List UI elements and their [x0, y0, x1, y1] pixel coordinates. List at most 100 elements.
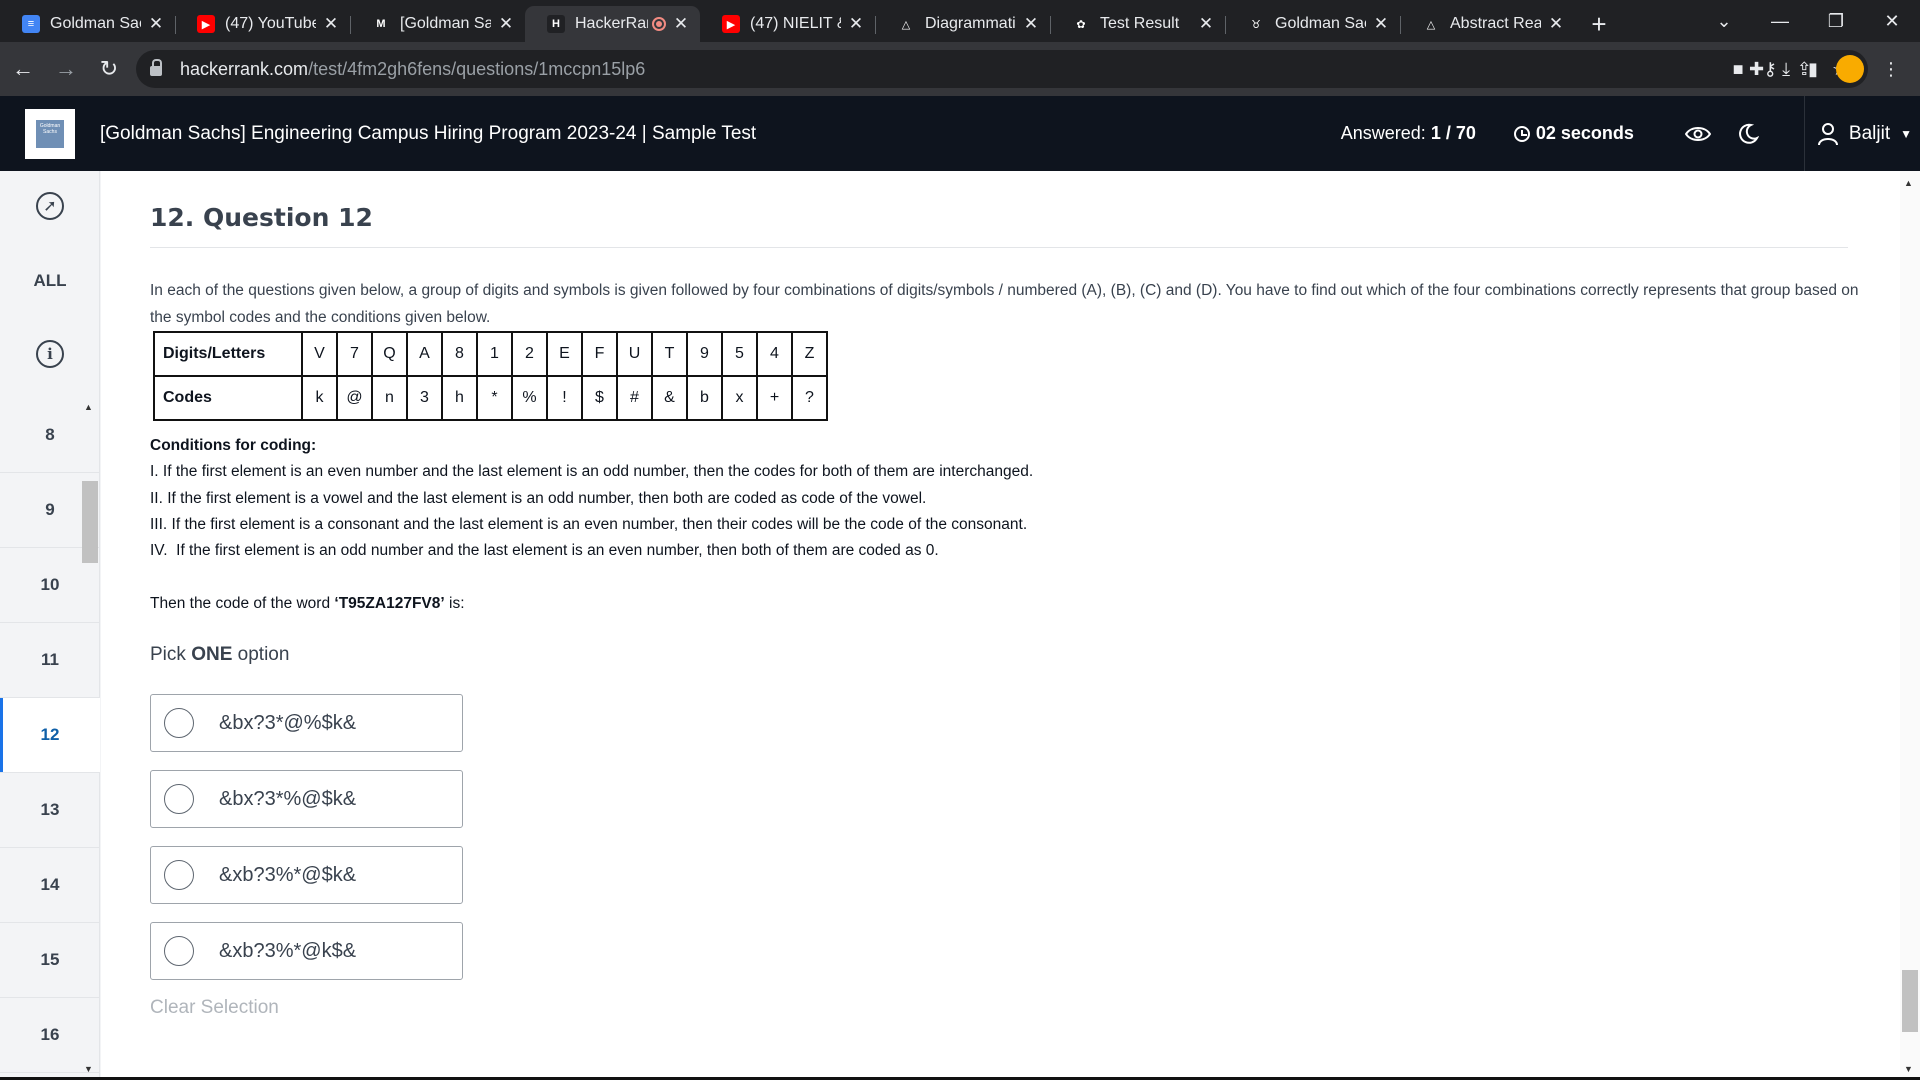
- minimize-icon[interactable]: —: [1752, 11, 1808, 32]
- close-window-icon[interactable]: ✕: [1864, 11, 1920, 32]
- window-controls: ⌄ — ❐ ✕: [1696, 0, 1920, 42]
- extensions-icon[interactable]: ✚: [1749, 59, 1764, 80]
- close-tab-icon[interactable]: ✕: [1547, 14, 1565, 34]
- gmail-icon: M: [372, 15, 390, 33]
- question-intro: In each of the questions given below, a …: [150, 282, 1859, 326]
- header-divider: [1803, 96, 1805, 171]
- browser-tab[interactable]: M [Goldman Sac ✕: [350, 6, 525, 42]
- browser-tab[interactable]: ≡ Goldman Sach ✕: [0, 6, 175, 42]
- moon-icon[interactable]: [1734, 120, 1762, 148]
- radio-button[interactable]: [164, 708, 194, 738]
- question-nav-item[interactable]: 13: [0, 773, 100, 848]
- leaf-icon: ✿: [1072, 15, 1090, 33]
- question-nav-item[interactable]: 16: [0, 998, 100, 1073]
- triangle-icon: △: [1422, 15, 1440, 33]
- table-cell: &: [651, 375, 688, 421]
- table-cell: x: [721, 375, 758, 421]
- answer-option[interactable]: &bx?3*@%$k&: [150, 694, 463, 752]
- company-logo: Goldman Sachs: [25, 108, 75, 159]
- close-tab-icon[interactable]: ✕: [1372, 14, 1390, 34]
- compass-icon: ➚: [36, 192, 64, 220]
- side-panel-icon[interactable]: ▮: [1808, 59, 1818, 80]
- radio-button[interactable]: [164, 936, 194, 966]
- table-cell: 3: [406, 375, 443, 421]
- info-icon: i: [36, 340, 64, 368]
- answer-option[interactable]: &xb?3%*@k$&: [150, 922, 463, 980]
- row-header: Codes: [153, 375, 303, 421]
- tab-search-icon[interactable]: ⌄: [1696, 11, 1752, 32]
- table-cell: 8: [441, 331, 478, 377]
- browser-tab[interactable]: ▶ (47) NIELIT & | ✕: [700, 6, 875, 42]
- docs-icon: ≡: [22, 15, 40, 33]
- scroll-up-arrow[interactable]: ▲: [84, 402, 93, 412]
- question-nav-item[interactable]: 15: [0, 923, 100, 998]
- radio-button[interactable]: [164, 860, 194, 890]
- browser-tab[interactable]: ♉ Goldman Sacl ✕: [1225, 6, 1400, 42]
- table-cell: h: [441, 375, 478, 421]
- tab-title: Test Result: [1100, 15, 1180, 32]
- back-icon[interactable]: ←: [3, 49, 43, 89]
- tab-title: (47) YouTube: [225, 15, 316, 32]
- answer-option[interactable]: &xb?3%*@$k&: [150, 846, 463, 904]
- close-tab-icon[interactable]: ✕: [1022, 14, 1040, 34]
- close-tab-icon[interactable]: ✕: [322, 14, 340, 34]
- youtube-icon: ▶: [197, 15, 215, 33]
- page-scrollbar[interactable]: [1900, 171, 1920, 1080]
- scroll-down-arrow[interactable]: ▼: [84, 1064, 93, 1074]
- new-tab-button[interactable]: +: [1579, 6, 1619, 42]
- test-title: [Goldman Sachs] Engineering Campus Hirin…: [100, 122, 757, 144]
- table-cell: !: [546, 375, 583, 421]
- sidebar-info[interactable]: i: [0, 334, 100, 374]
- eye-icon[interactable]: [1684, 120, 1712, 148]
- option-label: &xb?3%*@$k&: [219, 863, 357, 886]
- tab-title: HackerRar: [575, 15, 648, 32]
- close-tab-icon[interactable]: ✕: [847, 14, 865, 34]
- triangle-icon: △: [897, 15, 915, 33]
- browser-toolbar: ← → ↻ hackerrank.com/test/4fm2gh6fens/qu…: [0, 42, 1920, 96]
- option-label: &xb?3%*@k$&: [219, 939, 357, 962]
- close-tab-icon[interactable]: ✕: [672, 14, 690, 34]
- profile-avatar[interactable]: [1836, 55, 1864, 83]
- conditions: Conditions for coding: I. If the first e…: [150, 433, 1033, 564]
- table-cell: b: [686, 375, 723, 421]
- table-cell: %: [511, 375, 548, 421]
- table-cell: 1: [476, 331, 513, 377]
- question-nav-item[interactable]: 11: [0, 623, 100, 698]
- restore-icon[interactable]: ❐: [1808, 11, 1864, 32]
- question-nav-item[interactable]: 14: [0, 848, 100, 923]
- close-tab-icon[interactable]: ✕: [1197, 14, 1215, 34]
- sidebar-all[interactable]: ALL: [0, 261, 100, 301]
- pick-instruction: Pick ONE option: [150, 644, 290, 665]
- sidebar-compass[interactable]: ➚: [0, 186, 100, 226]
- answer-option[interactable]: &bx?3*%@$k&: [150, 770, 463, 828]
- table-cell: $: [581, 375, 618, 421]
- reload-icon[interactable]: ↻: [89, 49, 129, 89]
- camera-icon[interactable]: ■: [1733, 59, 1744, 80]
- sidebar-scrollbar-thumb[interactable]: [82, 481, 98, 563]
- address-bar[interactable]: hackerrank.com/test/4fm2gh6fens/question…: [136, 50, 1868, 88]
- question-panel: 12. Question 12 In each of the questions…: [101, 171, 1900, 1080]
- close-tab-icon[interactable]: ✕: [497, 14, 515, 34]
- clear-selection-button[interactable]: Clear Selection: [150, 997, 279, 1019]
- caret-down-icon: ▼: [1900, 126, 1912, 141]
- browser-tab[interactable]: △ Diagrammatic ✕: [875, 6, 1050, 42]
- close-tab-icon[interactable]: ✕: [147, 14, 165, 34]
- forward-icon[interactable]: →: [46, 49, 86, 89]
- clock-icon: [1513, 125, 1530, 142]
- browser-tab[interactable]: ▶ (47) YouTube ✕: [175, 6, 350, 42]
- download-icon[interactable]: ⤓: [1782, 59, 1790, 80]
- browser-tab[interactable]: ✿ Test Result ✕: [1050, 6, 1225, 42]
- page-scroll-down-arrow[interactable]: ▼: [1904, 1064, 1913, 1074]
- browser-tab[interactable]: H HackerRar ✕: [525, 6, 700, 42]
- page-scroll-up-arrow[interactable]: ▲: [1904, 178, 1913, 188]
- radio-button[interactable]: [164, 784, 194, 814]
- question-nav-item[interactable]: 12: [0, 698, 100, 773]
- options-list: &bx?3*@%$k& &bx?3*%@$k& &xb?3%*@$k& &xb?3%*…: [150, 694, 463, 998]
- page-scrollbar-thumb[interactable]: [1902, 970, 1918, 1032]
- tab-title: Diagrammatic: [925, 15, 1016, 32]
- condition-item: III. If the first element is a consonant…: [150, 515, 1028, 533]
- user-menu[interactable]: Baljit ▼: [1817, 122, 1912, 146]
- table-cell: T: [651, 331, 688, 377]
- menu-kebab-icon[interactable]: ⋮: [1882, 59, 1900, 80]
- browser-tab[interactable]: △ Abstract Reasc ✕: [1400, 6, 1575, 42]
